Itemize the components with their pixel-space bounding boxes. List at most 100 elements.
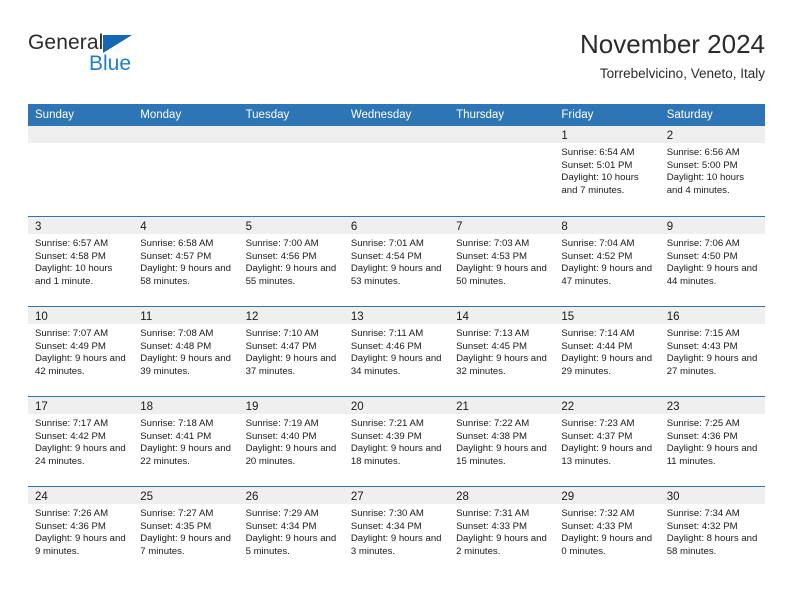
day-cell[interactable]: 19 Sunrise: 7:19 AM Sunset: 4:40 PM Dayligh…	[238, 397, 344, 486]
day-details: Sunrise: 7:04 AM Sunset: 4:52 PM Daylight:…	[554, 234, 659, 288]
day-cell[interactable]: 28 Sunrise: 7:31 AM Sunset: 4:33 PM Dayligh…	[449, 487, 555, 576]
day-number-band: 10	[28, 307, 134, 324]
sunset-text: Sunset: 4:43 PM	[666, 340, 738, 352]
day-cell[interactable]: 1 Sunrise: 6:54 AM Sunset: 5:01 PM Daylight…	[554, 126, 660, 216]
daylight-text: Daylight: 9 hours and 22 minutes.	[140, 443, 231, 467]
sunset-text: Sunset: 4:33 PM	[456, 520, 528, 532]
day-number: 17	[35, 401, 48, 413]
day-number: 20	[350, 401, 364, 413]
day-number-band: 21	[449, 397, 555, 414]
sunset-text: Sunset: 4:54 PM	[350, 250, 422, 262]
day-cell[interactable]: 10 Sunrise: 7:07 AM Sunset: 4:49 PM Dayligh…	[28, 307, 134, 396]
day-cell[interactable]: 27 Sunrise: 7:30 AM Sunset: 4:34 PM Dayligh…	[343, 487, 450, 576]
day-number-band: 28	[449, 487, 555, 504]
daylight-text: Daylight: 9 hours and 7 minutes.	[140, 533, 231, 557]
sunset-text: Sunset: 4:33 PM	[561, 520, 633, 532]
day-cell-empty	[238, 126, 344, 216]
calendar-week-row: 1 Sunrise: 6:54 AM Sunset: 5:01 PM Daylight…	[28, 126, 765, 216]
daylight-text: Daylight: 9 hours and 20 minutes.	[245, 443, 337, 467]
sunrise-text: Sunrise: 7:25 AM	[666, 418, 740, 429]
day-number: 29	[561, 491, 575, 503]
day-cell[interactable]: 25 Sunrise: 7:27 AM Sunset: 4:35 PM Dayligh…	[133, 487, 239, 576]
day-number-band: 17	[28, 397, 134, 414]
daylight-text: Daylight: 9 hours and 0 minutes.	[561, 533, 653, 557]
sunrise-text: Sunrise: 7:04 AM	[561, 238, 635, 249]
day-number-band: 20	[343, 397, 450, 414]
day-cell[interactable]: 17 Sunrise: 7:17 AM Sunset: 4:42 PM Dayligh…	[28, 397, 134, 486]
sunset-text: Sunset: 4:47 PM	[245, 340, 317, 352]
daylight-text: Daylight: 9 hours and 53 minutes.	[350, 263, 442, 287]
day-details: Sunrise: 7:19 AM Sunset: 4:40 PM Daylight:…	[239, 414, 344, 468]
sunset-text: Sunset: 4:48 PM	[140, 340, 212, 352]
day-cell[interactable]: 14 Sunrise: 7:13 AM Sunset: 4:45 PM Dayligh…	[449, 307, 555, 396]
day-details: Sunrise: 7:11 AM Sunset: 4:46 PM Daylight:…	[344, 324, 449, 378]
sunrise-text: Sunrise: 7:23 AM	[561, 418, 635, 429]
day-details: Sunrise: 7:23 AM Sunset: 4:37 PM Daylight:…	[554, 414, 659, 468]
day-cell[interactable]: 29 Sunrise: 7:32 AM Sunset: 4:33 PM Dayligh…	[554, 487, 660, 576]
day-number: 9	[666, 221, 674, 233]
day-number: 6	[350, 221, 358, 233]
day-cell[interactable]: 18 Sunrise: 7:18 AM Sunset: 4:41 PM Dayligh…	[133, 397, 239, 486]
daylight-text: Daylight: 10 hours and 7 minutes.	[561, 172, 639, 196]
calendar-weeks: 1 Sunrise: 6:54 AM Sunset: 5:01 PM Daylight…	[28, 126, 765, 576]
sunrise-text: Sunrise: 7:19 AM	[245, 418, 319, 429]
day-details: Sunrise: 7:01 AM Sunset: 4:54 PM Daylight:…	[344, 234, 449, 288]
day-number-band: 16	[659, 307, 765, 324]
day-number: 16	[666, 311, 680, 323]
calendar-week-row: 3 Sunrise: 6:57 AM Sunset: 4:58 PM Daylight…	[28, 216, 765, 306]
day-number-band: 6	[343, 217, 450, 234]
day-number: 23	[666, 401, 680, 413]
sunrise-text: Sunrise: 7:30 AM	[350, 508, 424, 519]
daylight-text: Daylight: 9 hours and 44 minutes.	[666, 263, 758, 287]
day-cell[interactable]: 9 Sunrise: 7:06 AM Sunset: 4:50 PM Daylight…	[659, 217, 765, 306]
day-details: Sunrise: 7:26 AM Sunset: 4:36 PM Daylight:…	[28, 504, 133, 558]
daylight-text: Daylight: 9 hours and 47 minutes.	[561, 263, 653, 287]
weekday-sunday: Sunday	[35, 109, 75, 121]
day-cell[interactable]: 16 Sunrise: 7:15 AM Sunset: 4:43 PM Dayligh…	[659, 307, 765, 396]
day-number-band: 1	[554, 126, 660, 143]
sunrise-text: Sunrise: 7:18 AM	[140, 418, 214, 429]
day-number-band	[28, 126, 134, 143]
daylight-text: Daylight: 9 hours and 32 minutes.	[456, 353, 547, 377]
day-number-band: 22	[554, 397, 660, 414]
title-block: November 2024 Torrebelvicino, Veneto, It…	[580, 28, 765, 82]
general-blue-logo[interactable]: General Blue	[28, 32, 258, 90]
day-details: Sunrise: 7:03 AM Sunset: 4:53 PM Daylight:…	[449, 234, 554, 288]
day-cell[interactable]: 2 Sunrise: 6:56 AM Sunset: 5:00 PM Daylight…	[659, 126, 765, 216]
sunset-text: Sunset: 4:49 PM	[35, 340, 106, 352]
day-cell[interactable]: 12 Sunrise: 7:10 AM Sunset: 4:47 PM Dayligh…	[238, 307, 344, 396]
day-cell[interactable]: 4 Sunrise: 6:58 AM Sunset: 4:57 PM Daylight…	[133, 217, 239, 306]
daylight-text: Daylight: 9 hours and 37 minutes.	[245, 353, 337, 377]
day-cell[interactable]: 26 Sunrise: 7:29 AM Sunset: 4:34 PM Dayligh…	[238, 487, 344, 576]
sunrise-text: Sunrise: 7:13 AM	[456, 328, 530, 339]
day-number: 25	[140, 491, 154, 503]
page-subtitle: Torrebelvicino, Veneto, Italy	[599, 66, 765, 81]
day-cell[interactable]: 13 Sunrise: 7:11 AM Sunset: 4:46 PM Dayligh…	[343, 307, 450, 396]
day-cell[interactable]: 8 Sunrise: 7:04 AM Sunset: 4:52 PM Daylight…	[554, 217, 660, 306]
day-cell[interactable]: 20 Sunrise: 7:21 AM Sunset: 4:39 PM Dayligh…	[343, 397, 450, 486]
day-cell[interactable]: 11 Sunrise: 7:08 AM Sunset: 4:48 PM Dayligh…	[133, 307, 239, 396]
day-number-band: 23	[659, 397, 765, 414]
day-cell[interactable]: 21 Sunrise: 7:22 AM Sunset: 4:38 PM Dayligh…	[449, 397, 555, 486]
day-cell[interactable]: 24 Sunrise: 7:26 AM Sunset: 4:36 PM Dayligh…	[28, 487, 134, 576]
sunset-text: Sunset: 4:53 PM	[456, 250, 528, 262]
day-cell[interactable]: 7 Sunrise: 7:03 AM Sunset: 4:53 PM Daylight…	[449, 217, 555, 306]
day-cell[interactable]: 6 Sunrise: 7:01 AM Sunset: 4:54 PM Daylight…	[343, 217, 450, 306]
day-cell[interactable]: 15 Sunrise: 7:14 AM Sunset: 4:44 PM Dayligh…	[554, 307, 660, 396]
daylight-text: Daylight: 9 hours and 15 minutes.	[456, 443, 547, 467]
day-number-band: 11	[133, 307, 239, 324]
daylight-text: Daylight: 8 hours and 58 minutes.	[666, 533, 758, 557]
day-number: 7	[456, 221, 463, 233]
day-cell[interactable]: 22 Sunrise: 7:23 AM Sunset: 4:37 PM Dayligh…	[554, 397, 660, 486]
day-cell[interactable]: 3 Sunrise: 6:57 AM Sunset: 4:58 PM Daylight…	[28, 217, 134, 306]
daylight-text: Daylight: 9 hours and 9 minutes.	[35, 533, 126, 557]
day-cell[interactable]: 30 Sunrise: 7:34 AM Sunset: 4:32 PM Dayligh…	[659, 487, 765, 576]
day-number-band: 24	[28, 487, 134, 504]
daylight-text: Daylight: 10 hours and 4 minutes.	[666, 172, 745, 196]
day-cell[interactable]: 23 Sunrise: 7:25 AM Sunset: 4:36 PM Dayligh…	[659, 397, 765, 486]
day-number-band: 14	[449, 307, 555, 324]
day-cell[interactable]: 5 Sunrise: 7:00 AM Sunset: 4:56 PM Daylight…	[238, 217, 344, 306]
day-number-band: 18	[133, 397, 239, 414]
day-details: Sunrise: 7:06 AM Sunset: 4:50 PM Daylight:…	[660, 234, 765, 288]
daylight-text: Daylight: 9 hours and 29 minutes.	[561, 353, 653, 377]
